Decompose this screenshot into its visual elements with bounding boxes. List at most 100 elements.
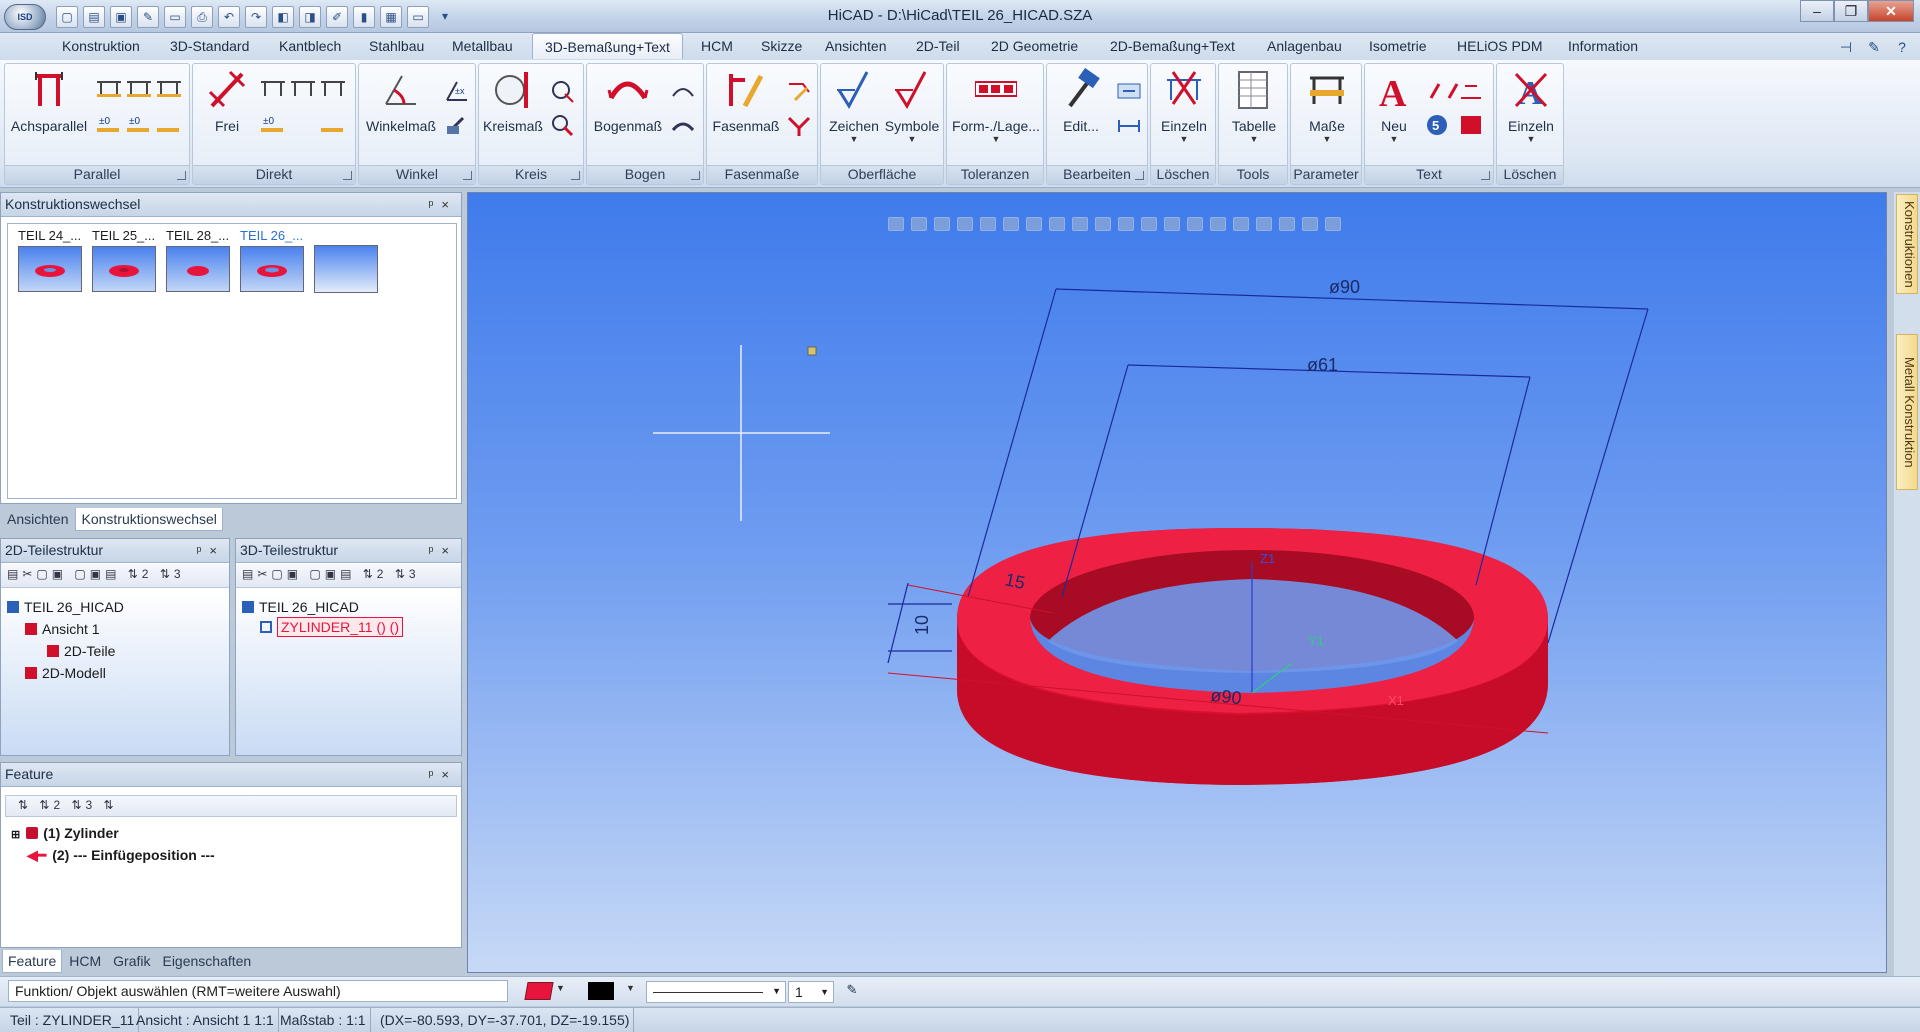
line-width-select[interactable]: 1 ▼ <box>788 981 834 1003</box>
masse-button[interactable]: Maße ▼ <box>1295 68 1359 160</box>
panel-controls[interactable]: ᵖ× <box>196 539 225 562</box>
group-launcher-icon[interactable] <box>691 171 700 180</box>
color-swatch-black[interactable] <box>588 982 614 1000</box>
dropdown-arrow-icon[interactable]: ▼ <box>626 983 635 993</box>
thumbnail-empty[interactable] <box>314 245 378 293</box>
tab-hcm-panel[interactable]: HCM <box>64 950 106 972</box>
text-variant2-icon[interactable]: 5 <box>1425 112 1487 138</box>
achsparallel-button[interactable]: Achsparallel <box>9 68 89 160</box>
thumbnail-item[interactable]: TEIL 24_... <box>18 228 82 292</box>
winkelmass-button[interactable]: Winkelmaß <box>363 68 439 160</box>
dim-label-thickness[interactable]: 10 <box>912 615 932 635</box>
help-icon[interactable]: ? <box>1892 37 1912 57</box>
tree-item-teil-3d[interactable]: TEIL 26_HICAD <box>242 599 359 615</box>
tab-information[interactable]: Information <box>1568 38 1638 54</box>
tab-isometrie[interactable]: Isometrie <box>1369 38 1427 54</box>
tab-3d-standard[interactable]: 3D-Standard <box>170 38 249 54</box>
panel-controls[interactable]: ᵖ× <box>428 763 457 786</box>
text-variant-icon[interactable] <box>1425 78 1487 104</box>
tab-eigenschaften[interactable]: Eigenschaften <box>157 950 256 972</box>
tree-toolbar[interactable]: ▤✂▢▣ ▢▣▤ ⇅2 ⇅3 <box>236 564 461 588</box>
dim-label-wall[interactable]: 15 <box>1003 569 1027 593</box>
tab-stahlbau[interactable]: Stahlbau <box>369 38 424 54</box>
dim-label-outer[interactable]: ø90 <box>1329 277 1360 297</box>
customize-icon[interactable]: ✎ <box>1864 37 1884 57</box>
sidetab-konstruktionen[interactable]: Konstruktionen <box>1896 194 1918 294</box>
tab-metallbau[interactable]: Metallbau <box>452 38 513 54</box>
tab-grafik[interactable]: Grafik <box>108 950 155 972</box>
dim-label-bottom[interactable]: ø90 <box>1210 685 1243 708</box>
einzeln-text-loeschen-button[interactable]: A Einzeln ▼ <box>1501 68 1561 160</box>
pen-settings-icon[interactable]: ✎ <box>842 982 862 1002</box>
kreis-variant-icon[interactable] <box>549 78 577 104</box>
maximize-button[interactable]: ❐ <box>1834 0 1868 22</box>
group-launcher-icon[interactable] <box>1135 171 1144 180</box>
kreismass-button[interactable]: Kreismaß <box>483 68 543 160</box>
thumbnail-item[interactable]: TEIL 25_... <box>92 228 156 292</box>
tree-item-ansicht[interactable]: Ansicht 1 <box>25 621 100 637</box>
tree-toolbar[interactable]: ▤✂▢▣ ▢▣▤ ⇅2 ⇅3 <box>1 564 229 588</box>
tab-ansichten[interactable]: Ansichten <box>825 38 886 54</box>
dim-label-inner[interactable]: ø61 <box>1307 355 1338 375</box>
group-launcher-icon[interactable] <box>343 171 352 180</box>
einzeln-loeschen-button[interactable]: Einzeln ▼ <box>1155 68 1213 160</box>
group-launcher-icon[interactable] <box>1481 171 1490 180</box>
tab-ansichten-panel[interactable]: Ansichten <box>2 508 73 530</box>
tab-hcm[interactable]: HCM <box>701 38 733 54</box>
drawing-viewport[interactable]: ø90 ø61 10 15 ø90 Z1 Y1 X1 <box>467 192 1887 973</box>
pin-icon[interactable]: ⊣ <box>1836 37 1856 57</box>
thumbnail-item[interactable]: TEIL 28_... <box>166 228 230 292</box>
tab-2d-bemassung-text[interactable]: 2D-Bemaßung+Text <box>1110 38 1235 54</box>
neu-text-button[interactable]: A Neu ▼ <box>1369 68 1419 160</box>
bogen-variant-icon[interactable] <box>669 78 697 104</box>
panel-controls[interactable]: ᵖ× <box>428 539 457 562</box>
zeichen-button[interactable]: Zeichen ▼ <box>825 68 883 160</box>
tab-skizze[interactable]: Skizze <box>761 38 802 54</box>
tree-item-2d-modell[interactable]: 2D-Modell <box>25 665 106 681</box>
symbole-button[interactable]: Symbole ▼ <box>883 68 941 160</box>
direkt-variants-icon[interactable] <box>257 76 347 100</box>
feature-item-einfuegeposition[interactable]: ◀━ (2) --- Einfügeposition --- <box>27 847 215 864</box>
group-launcher-icon[interactable] <box>463 171 472 180</box>
bogenmass-button[interactable]: Bogenmaß <box>591 68 665 160</box>
bearbeiten-variant2-icon[interactable] <box>1115 112 1143 138</box>
dropdown-arrow-icon[interactable]: ▼ <box>556 983 565 993</box>
tab-helios-pdm[interactable]: HELiOS PDM <box>1457 38 1543 54</box>
parallel-tolerance-icon[interactable]: ±0 ±0 <box>93 112 183 138</box>
tree-item-teil[interactable]: TEIL 26_HICAD <box>7 599 124 615</box>
parallel-variants-icon[interactable] <box>93 76 183 100</box>
frei-button[interactable]: Frei <box>199 68 255 160</box>
tab-2d-teil[interactable]: 2D-Teil <box>916 38 960 54</box>
tree-item-zylinder[interactable]: ZYLINDER_11 () () <box>260 617 403 637</box>
winkel-variant-icon[interactable]: ±x <box>443 78 471 104</box>
line-style-select[interactable]: ▼ <box>646 981 786 1003</box>
fasen-variant-icon[interactable] <box>785 78 813 104</box>
bearbeiten-variant-icon[interactable] <box>1115 78 1143 104</box>
edit-button[interactable]: Edit... <box>1051 67 1111 160</box>
tab-3d-bemassung-text[interactable]: 3D-Bemaßung+Text <box>532 33 683 59</box>
minimize-button[interactable]: – <box>1800 0 1834 22</box>
fasen-variant2-icon[interactable] <box>785 112 813 138</box>
tab-konstruktionswechsel-panel[interactable]: Konstruktionswechsel <box>75 508 223 531</box>
close-button[interactable]: ✕ <box>1868 0 1914 22</box>
group-launcher-icon[interactable] <box>571 171 580 180</box>
kreis-variant2-icon[interactable] <box>549 112 577 138</box>
command-line[interactable]: Funktion/ Objekt auswählen (RMT=weitere … <box>8 980 508 1002</box>
tab-anlagenbau[interactable]: Anlagenbau <box>1267 38 1342 54</box>
tab-feature[interactable]: Feature <box>2 950 63 973</box>
sidetab-metall-konstruktion[interactable]: Metall Konstruktion <box>1896 334 1918 490</box>
panel-controls[interactable]: ᵖ× <box>428 193 457 216</box>
tab-kantblech[interactable]: Kantblech <box>279 38 341 54</box>
tab-konstruktion[interactable]: Konstruktion <box>62 38 140 54</box>
tab-2d-geometrie[interactable]: 2D Geometrie <box>991 38 1078 54</box>
color-swatch-red[interactable] <box>524 982 554 1000</box>
group-launcher-icon[interactable] <box>177 171 186 180</box>
feature-item-zylinder[interactable]: ⊞ (1) Zylinder <box>11 825 119 841</box>
feature-toolbar[interactable]: ⇅ ⇅2 ⇅3 ⇅ <box>5 795 457 817</box>
tabelle-button[interactable]: Tabelle ▼ <box>1223 68 1285 160</box>
tree-item-2d-teile[interactable]: 2D-Teile <box>47 643 115 659</box>
thumbnail-item-active[interactable]: TEIL 26_... <box>240 228 304 292</box>
fasenmass-button[interactable]: Fasenmaß <box>711 68 781 160</box>
bogen-variant2-icon[interactable] <box>669 112 697 138</box>
winkel-variant2-icon[interactable] <box>443 112 471 138</box>
